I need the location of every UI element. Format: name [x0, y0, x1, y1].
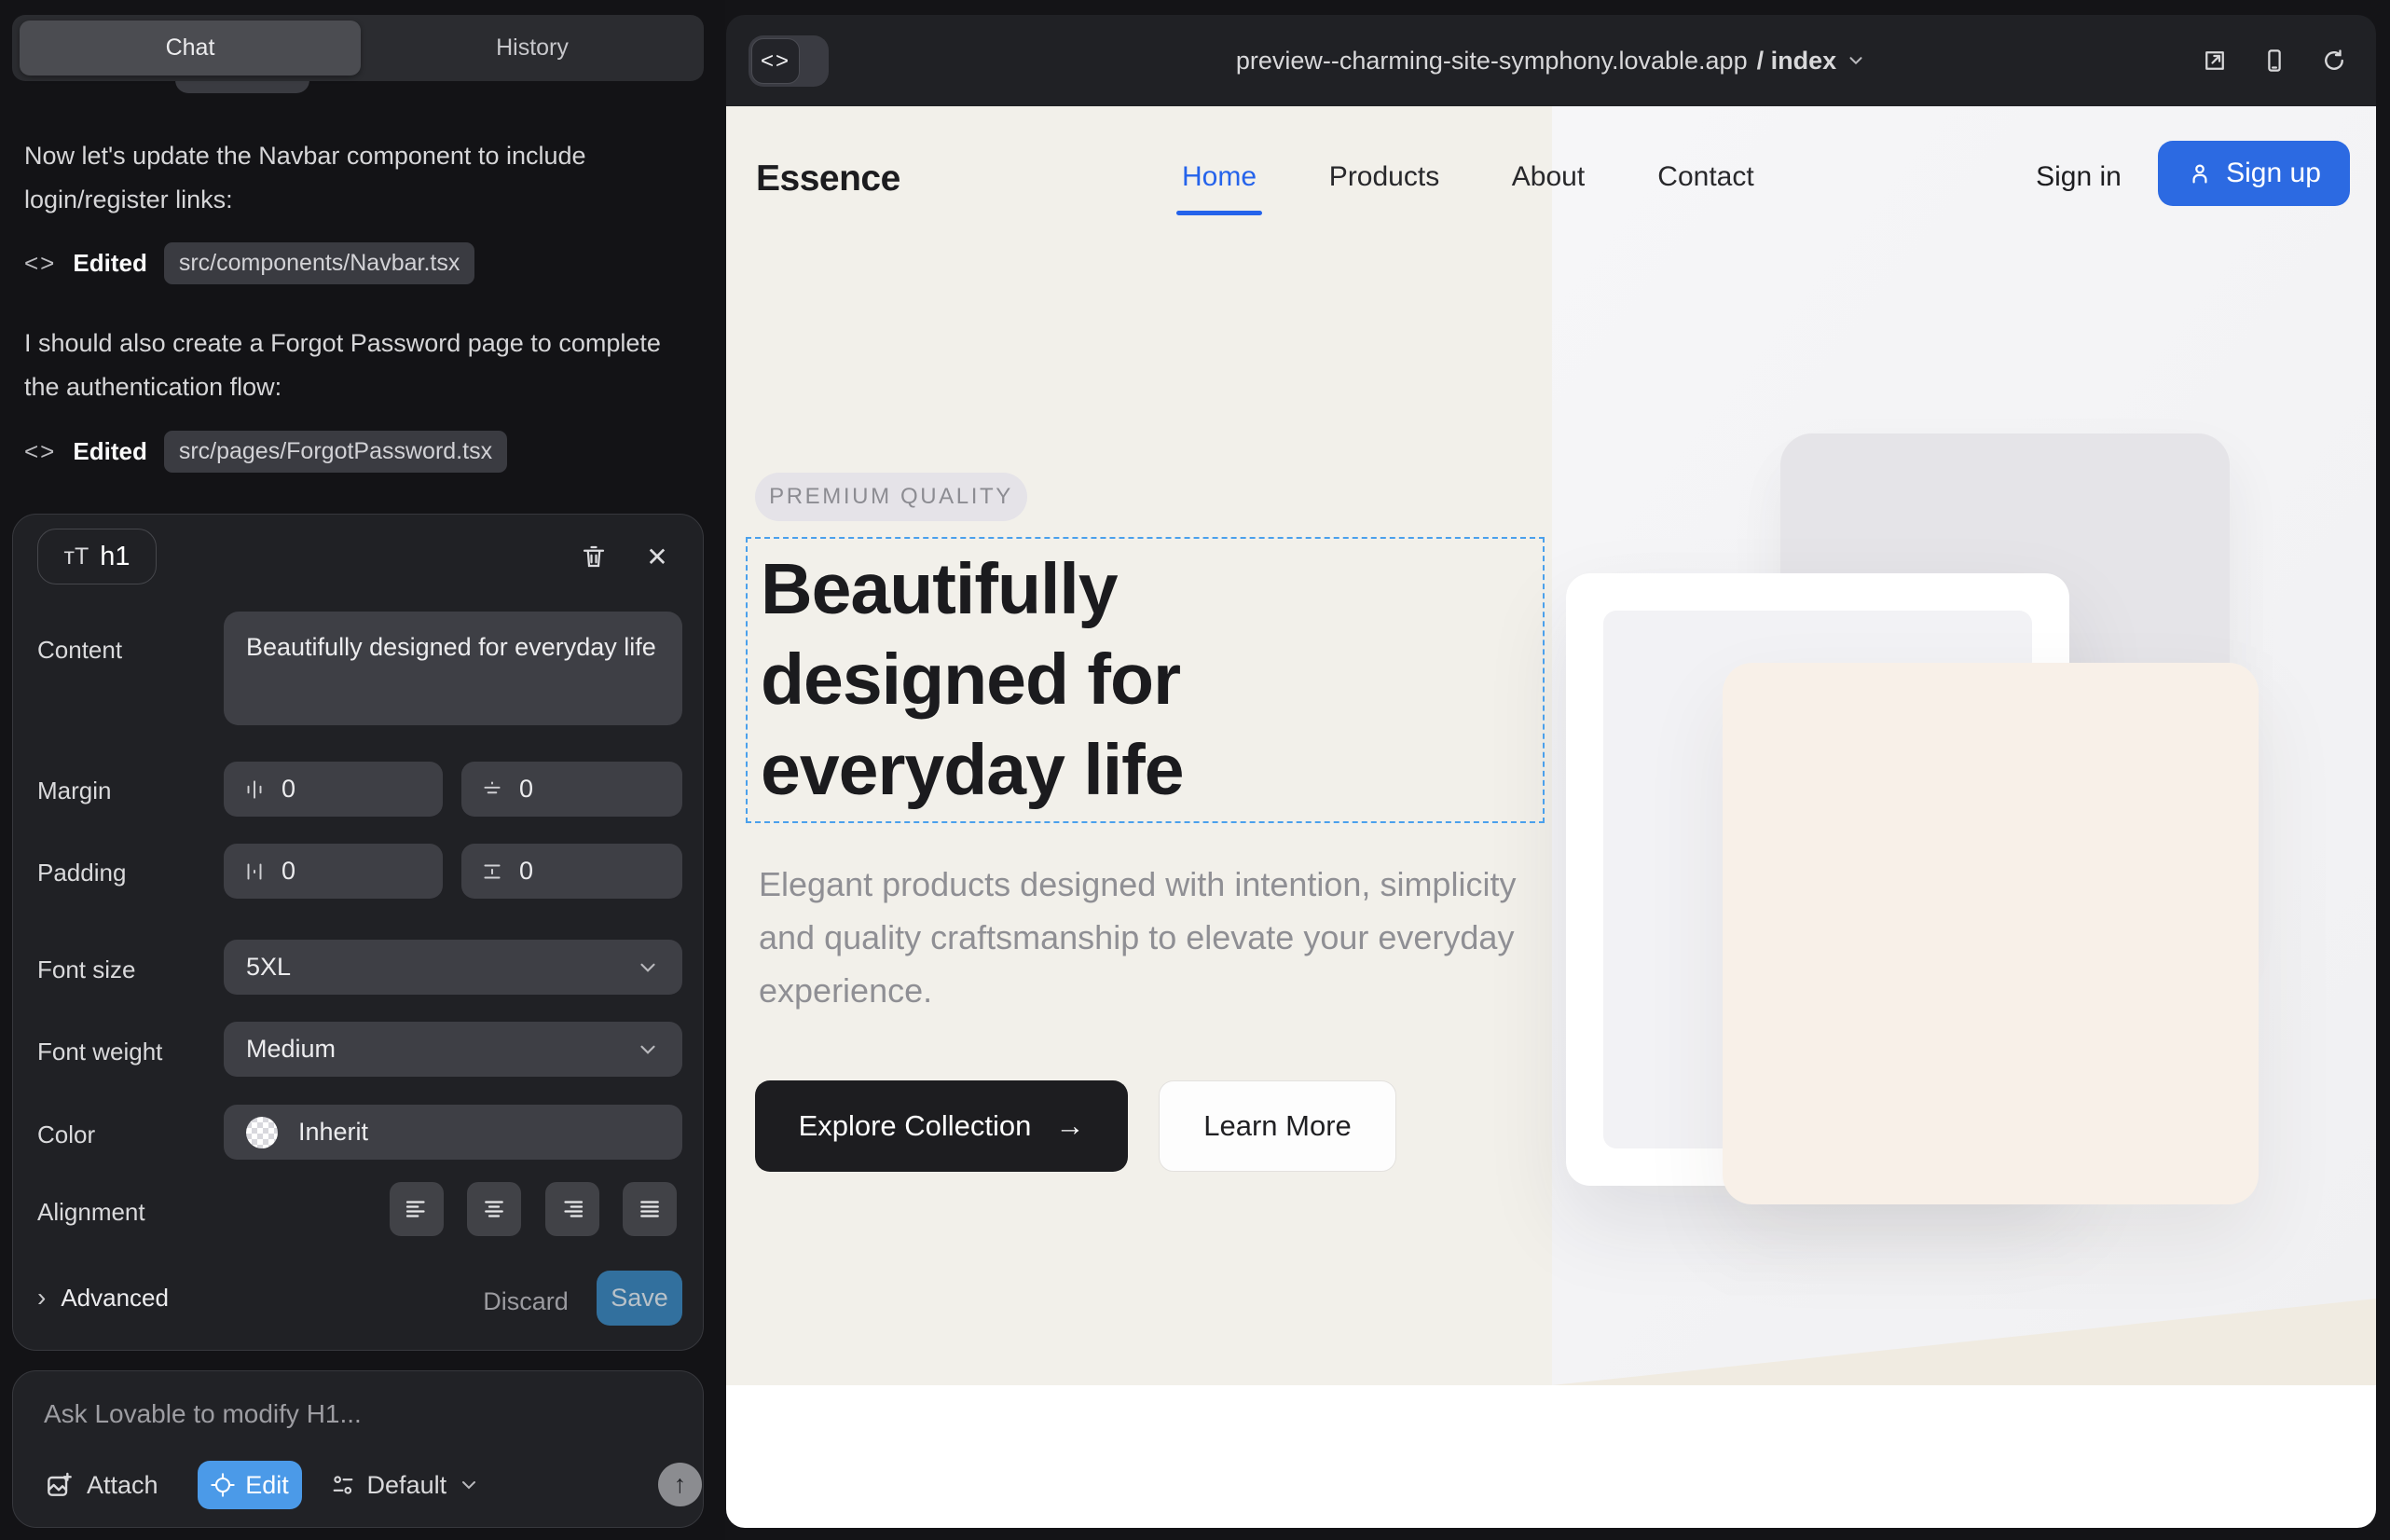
- decor-card-cream: [1723, 663, 2259, 1204]
- url-bar[interactable]: preview--charming-site-symphony.lovable.…: [726, 15, 2376, 106]
- hero-description: Elegant products designed with intention…: [759, 858, 1579, 1017]
- preview-panel: <> preview--charming-site-symphony.lovab…: [726, 15, 2376, 1528]
- color-select[interactable]: Inherit: [224, 1105, 682, 1160]
- learn-more-button[interactable]: Learn More: [1159, 1080, 1396, 1172]
- tab-chat[interactable]: Chat: [20, 21, 361, 76]
- content-label: Content: [37, 636, 122, 665]
- nav-link-contact[interactable]: Contact: [1657, 161, 1753, 193]
- sliders-icon: [330, 1472, 356, 1498]
- font-size-label: Font size: [37, 956, 136, 984]
- nav-link-products[interactable]: Products: [1329, 161, 1439, 193]
- close-editor-button[interactable]: ✕: [636, 535, 679, 578]
- font-weight-label: Font weight: [37, 1038, 162, 1066]
- composer-input[interactable]: Ask Lovable to modify H1...: [44, 1399, 362, 1429]
- image-plus-icon: [44, 1470, 74, 1500]
- chat-message: I should also create a Forgot Password p…: [24, 322, 677, 409]
- chevron-down-icon: [636, 956, 660, 980]
- arrow-right-icon: →: [1055, 1109, 1084, 1143]
- edited-file-row[interactable]: <> Edited src/components/Navbar.tsx: [24, 241, 474, 285]
- align-center-button[interactable]: [467, 1182, 521, 1236]
- align-right-button[interactable]: [545, 1182, 599, 1236]
- refresh-button[interactable]: [2320, 47, 2348, 75]
- tab-history[interactable]: History: [361, 15, 704, 81]
- content-input[interactable]: Beautifully designed for everyday life: [224, 612, 682, 725]
- preview-path: / index: [1757, 47, 1837, 76]
- chat-history-tabs: Chat History: [12, 15, 704, 81]
- code-icon: <>: [24, 437, 56, 466]
- font-weight-select[interactable]: Medium: [224, 1022, 682, 1077]
- edited-label: Edited: [73, 249, 146, 278]
- typography-icon: тT: [64, 543, 89, 571]
- nav-link-home[interactable]: Home: [1182, 161, 1257, 193]
- file-chip[interactable]: src/components/Navbar.tsx: [164, 242, 475, 284]
- nav-link-about[interactable]: About: [1512, 161, 1585, 193]
- browser-actions: [2201, 15, 2348, 106]
- composer-toolbar: Attach Edit Default: [44, 1461, 480, 1509]
- align-justify-button[interactable]: [623, 1182, 677, 1236]
- attach-button[interactable]: Attach: [44, 1470, 158, 1500]
- user-icon: [2187, 160, 2213, 186]
- mode-selector[interactable]: Default: [330, 1471, 481, 1500]
- padding-label: Padding: [37, 859, 126, 887]
- align-center-icon: [480, 1195, 508, 1223]
- align-right-icon: [558, 1195, 586, 1223]
- color-label: Color: [37, 1121, 95, 1149]
- preview-url: preview--charming-site-symphony.lovable.…: [1236, 47, 1748, 76]
- selected-h1-outline[interactable]: Beautifully designed for everyday life: [746, 537, 1545, 823]
- align-left-icon: [403, 1195, 431, 1223]
- chat-composer[interactable]: Ask Lovable to modify H1... Attach Edit …: [12, 1370, 704, 1528]
- font-size-select[interactable]: 5XL: [224, 940, 682, 995]
- margin-x-input[interactable]: 0: [224, 762, 443, 817]
- trash-icon: [580, 543, 608, 571]
- edited-label: Edited: [73, 437, 146, 466]
- padding-vertical-icon: [480, 859, 504, 884]
- code-icon: <>: [24, 249, 56, 278]
- site-logo[interactable]: Essence: [756, 158, 900, 199]
- mobile-view-button[interactable]: [2260, 47, 2288, 75]
- sign-up-button[interactable]: Sign up: [2158, 141, 2350, 206]
- padding-horizontal-icon: [242, 859, 267, 884]
- open-external-button[interactable]: [2201, 47, 2229, 75]
- padding-x-input[interactable]: 0: [224, 844, 443, 899]
- advanced-toggle[interactable]: › Advanced: [37, 1283, 169, 1313]
- save-button[interactable]: Save: [597, 1271, 682, 1326]
- nav-active-underline: [1176, 211, 1262, 215]
- element-editor-panel: тT h1 ✕ Content Beautifully designed for…: [12, 514, 704, 1351]
- chevron-down-icon: [458, 1474, 480, 1496]
- discard-button[interactable]: Discard: [479, 1283, 572, 1320]
- hero-badge: PREMIUM QUALITY: [755, 473, 1027, 521]
- alignment-label: Alignment: [37, 1198, 145, 1227]
- margin-horizontal-icon: [242, 777, 267, 802]
- margin-vertical-icon: [480, 777, 504, 802]
- edited-file-row[interactable]: <> Edited src/pages/ForgotPassword.tsx: [24, 429, 507, 474]
- lovable-sidebar: Chat History Now let's update the Navbar…: [0, 0, 725, 1540]
- chat-message: Now let's update the Navbar component to…: [24, 134, 677, 222]
- target-icon: [210, 1472, 236, 1498]
- sign-in-link[interactable]: Sign in: [2036, 161, 2122, 193]
- chevron-down-icon: [636, 1038, 660, 1062]
- site-canvas: Essence Home Products About Contact Sign…: [726, 106, 2376, 1528]
- send-button[interactable]: ↑: [658, 1463, 702, 1506]
- padding-y-input[interactable]: 0: [461, 844, 682, 899]
- chevron-down-icon: [1846, 50, 1866, 71]
- hero-headline: Beautifully designed for everyday life: [761, 544, 1184, 816]
- edit-mode-button[interactable]: Edit: [198, 1461, 302, 1509]
- margin-label: Margin: [37, 777, 111, 805]
- selected-element-chip[interactable]: тT h1: [37, 529, 157, 584]
- file-chip[interactable]: src/pages/ForgotPassword.tsx: [164, 431, 507, 473]
- chevron-right-icon: ›: [37, 1283, 46, 1313]
- element-tag: h1: [100, 542, 130, 572]
- align-justify-icon: [636, 1195, 664, 1223]
- align-left-button[interactable]: [390, 1182, 444, 1236]
- explore-collection-button[interactable]: Explore Collection →: [755, 1080, 1128, 1172]
- close-icon: ✕: [646, 542, 667, 572]
- color-swatch: [246, 1117, 278, 1148]
- delete-element-button[interactable]: [572, 535, 615, 578]
- margin-y-input[interactable]: 0: [461, 762, 682, 817]
